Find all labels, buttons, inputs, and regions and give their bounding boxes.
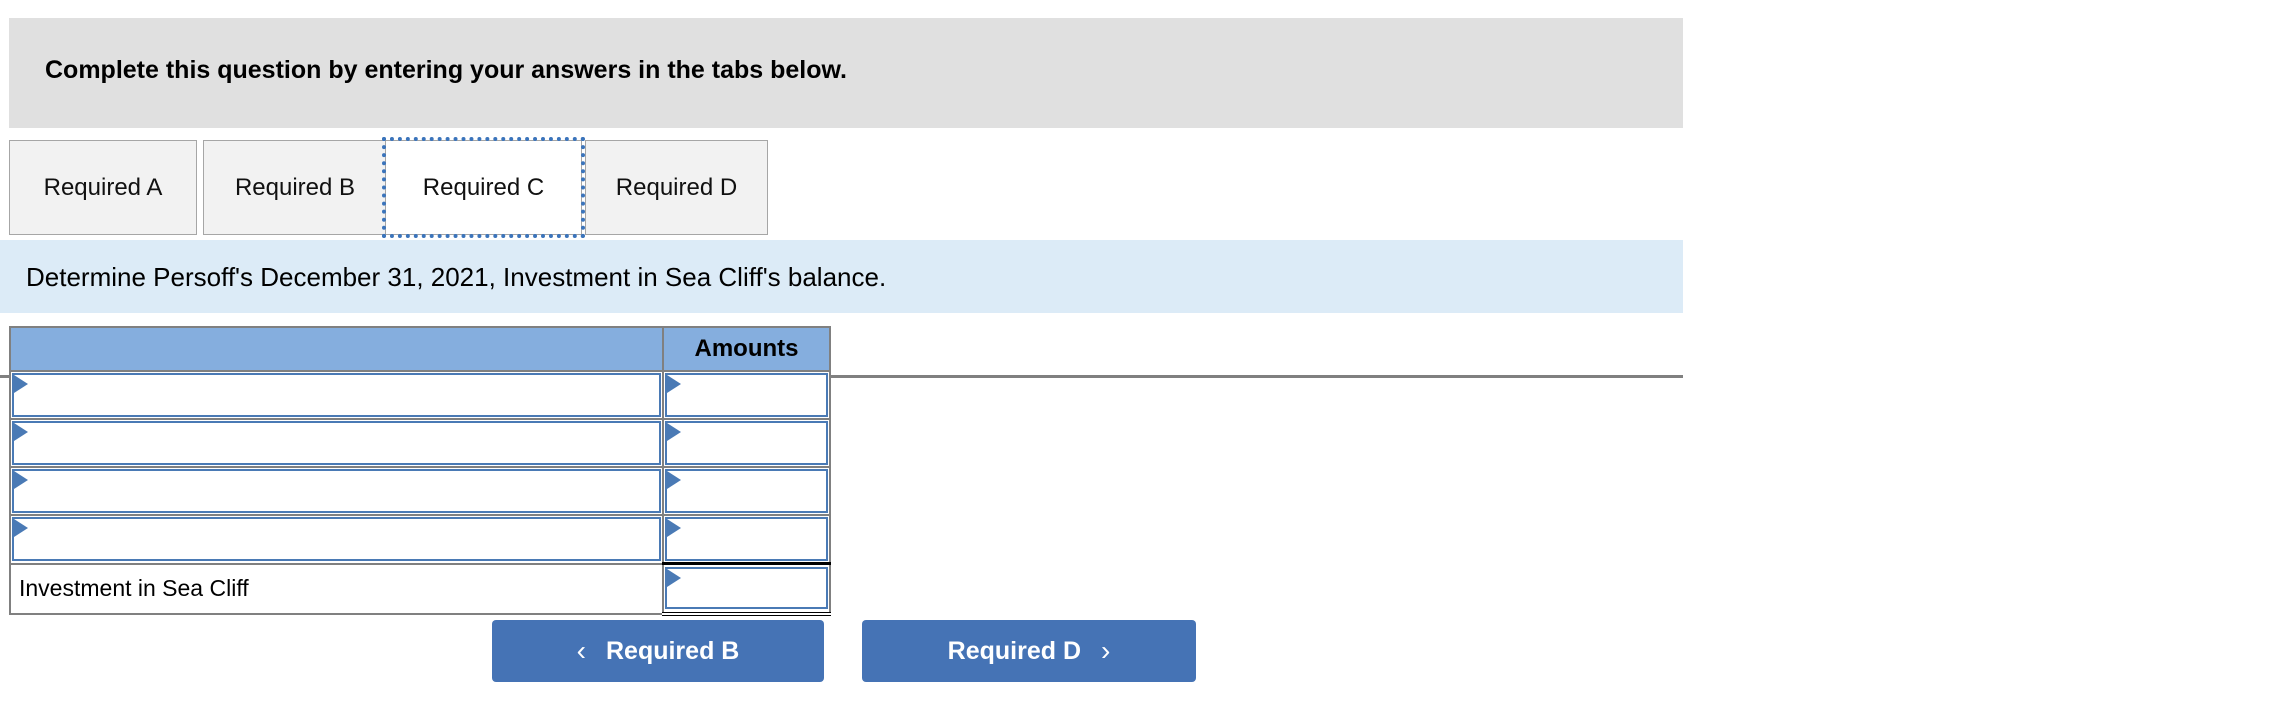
amount-cell xyxy=(662,418,831,468)
dropdown-triangle-icon xyxy=(14,471,28,489)
amount-input-0[interactable] xyxy=(665,373,828,417)
description-cell xyxy=(9,514,664,565)
prev-required-b-button[interactable]: ‹ Required B xyxy=(492,620,824,682)
amount-input-2[interactable] xyxy=(665,469,828,513)
tab-label: Required C xyxy=(422,173,545,201)
dropdown-triangle-icon xyxy=(14,519,28,538)
column-header-description xyxy=(9,326,664,372)
dropdown-triangle-icon xyxy=(667,471,681,489)
total-description-cell: Investment in Sea Cliff xyxy=(9,562,664,615)
table-row xyxy=(9,418,831,468)
description-select-1[interactable] xyxy=(12,421,661,465)
dropdown-triangle-icon xyxy=(667,375,681,393)
tab-label: Required B xyxy=(234,173,356,201)
table-row xyxy=(9,370,831,420)
description-cell xyxy=(9,466,664,516)
total-amount-cell xyxy=(662,562,831,616)
tab-strip: Required A Required B Required C Require… xyxy=(0,137,2291,378)
dropdown-triangle-icon xyxy=(667,423,681,441)
table-row xyxy=(9,514,831,565)
amount-cell-shell xyxy=(664,372,829,418)
table-row xyxy=(9,466,831,516)
amount-cell-shell xyxy=(664,420,829,466)
amount-cell xyxy=(662,466,831,516)
tab-required-d[interactable]: Required D xyxy=(585,140,768,235)
description-select-2[interactable] xyxy=(12,469,661,513)
total-row-label: Investment in Sea Cliff xyxy=(19,574,249,601)
amount-input-1[interactable] xyxy=(665,421,828,465)
amount-cell xyxy=(662,514,831,565)
description-cell xyxy=(9,370,664,420)
instruction-heading: Complete this question by entering your … xyxy=(45,56,847,84)
description-select-0[interactable] xyxy=(12,373,661,417)
requirement-prompt-text: Determine Persoff's December 31, 2021, I… xyxy=(26,262,887,292)
answer-table-head: Amounts xyxy=(9,326,831,372)
tab-label: Required D xyxy=(615,173,738,201)
chevron-right-icon: › xyxy=(1101,635,1111,666)
amount-cell xyxy=(662,370,831,420)
tab-required-c[interactable]: Required C xyxy=(382,137,585,238)
dropdown-triangle-icon xyxy=(667,519,681,537)
description-cell-shell xyxy=(11,516,662,563)
description-cell-shell xyxy=(11,420,662,466)
description-select-3[interactable] xyxy=(12,517,661,562)
requirement-prompt-band: Determine Persoff's December 31, 2021, I… xyxy=(0,240,1683,313)
amount-cell-shell xyxy=(664,468,829,514)
chevron-left-icon: ‹ xyxy=(576,635,586,666)
total-label-shell: Investment in Sea Cliff xyxy=(11,565,662,612)
instruction-band: Complete this question by entering your … xyxy=(9,18,1683,128)
tab-required-b[interactable]: Required B xyxy=(203,140,387,235)
tab-label: Required A xyxy=(43,173,163,201)
next-button-label: Required D xyxy=(947,636,1082,665)
answer-table-body: Investment in Sea Cliff xyxy=(9,370,831,616)
table-row-total: Investment in Sea Cliff xyxy=(9,562,831,616)
description-cell xyxy=(9,418,664,468)
dropdown-triangle-icon xyxy=(14,423,28,441)
amount-cell-shell xyxy=(664,516,829,562)
dropdown-triangle-icon xyxy=(667,569,681,587)
description-cell-shell xyxy=(11,372,662,418)
amount-input-total[interactable] xyxy=(665,567,828,609)
table-header-row: Amounts xyxy=(9,326,831,372)
column-header-amounts: Amounts xyxy=(662,326,831,372)
navigation-buttons: ‹ Required B Required D › xyxy=(0,620,2291,690)
prev-button-label: Required B xyxy=(605,636,740,665)
answer-table: Amounts Investment in Sea Cliff xyxy=(9,326,831,616)
amount-input-3[interactable] xyxy=(665,517,828,561)
description-cell-shell xyxy=(11,468,662,514)
next-required-d-button[interactable]: Required D › xyxy=(862,620,1196,682)
dropdown-triangle-icon xyxy=(14,375,28,393)
tab-required-a[interactable]: Required A xyxy=(9,140,197,235)
